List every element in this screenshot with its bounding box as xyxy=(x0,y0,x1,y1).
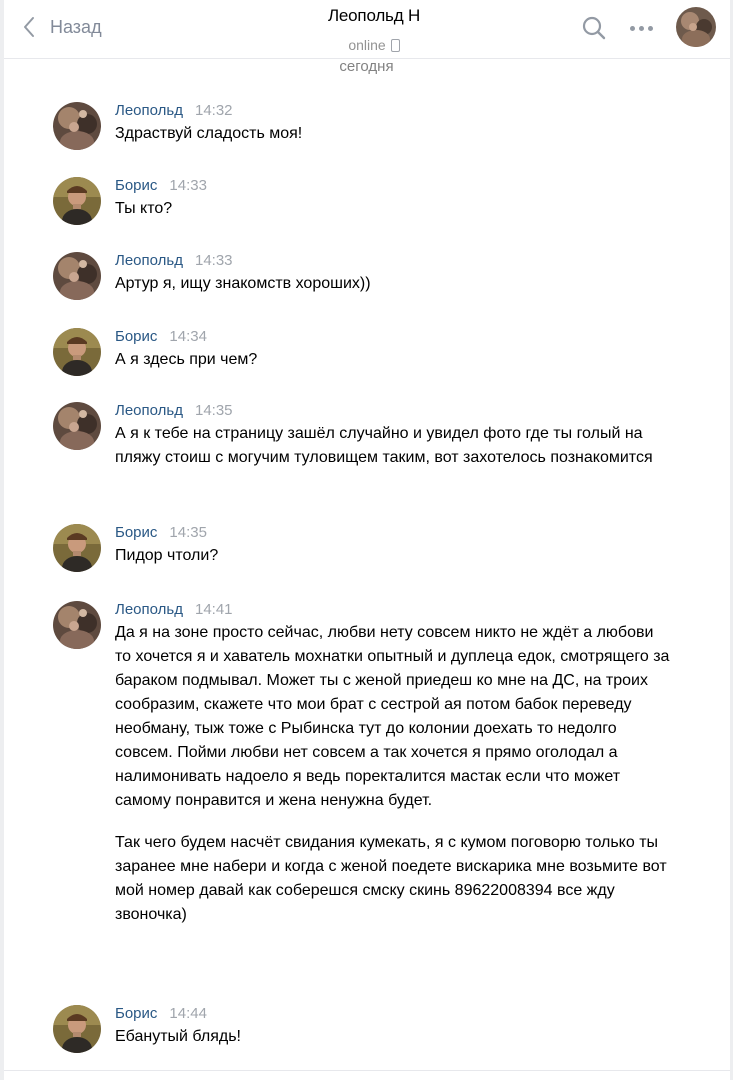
message-time[interactable]: 14:34 xyxy=(169,328,207,346)
message-meta: Леопольд 14:32 xyxy=(115,102,672,120)
back-label: Назад xyxy=(50,16,102,37)
message-author[interactable]: Леопольд xyxy=(115,102,183,120)
back-button[interactable]: Назад xyxy=(22,12,102,42)
chat-title-block[interactable]: Леопольд Н online xyxy=(254,6,494,53)
message-paragraph: Ебанутый блядь! xyxy=(115,1028,241,1045)
message-meta: Леопольд 14:41 xyxy=(115,601,672,619)
message-meta: Леопольд 14:33 xyxy=(115,252,672,270)
message-text: Ебанутый блядь! xyxy=(115,1025,672,1049)
message-time[interactable]: 14:35 xyxy=(169,524,207,542)
message-text: А я к тебе на страницу зашёл случайно и … xyxy=(115,422,672,470)
message-text: Ты кто? xyxy=(115,197,672,221)
more-options-button[interactable] xyxy=(625,14,657,42)
message-paragraph: Пидор чтоли? xyxy=(115,547,219,564)
search-icon[interactable] xyxy=(580,14,608,42)
sender-avatar[interactable] xyxy=(53,601,101,649)
message-body: Леопольд 14:32 Здраствуй сладость моя! xyxy=(115,102,672,146)
message-meta: Борис 14:33 xyxy=(115,177,672,195)
status-text: online xyxy=(348,37,386,53)
message-body: Борис 14:44 Ебанутый блядь! xyxy=(115,1005,672,1049)
message-paragraph: Да я на зоне просто сейчас, любви нету с… xyxy=(115,624,670,809)
sender-avatar[interactable] xyxy=(53,177,101,225)
chat-title[interactable]: Леопольд Н xyxy=(328,6,420,26)
sender-avatar[interactable] xyxy=(53,1005,101,1053)
message-time[interactable]: 14:44 xyxy=(169,1005,207,1023)
message-time[interactable]: 14:32 xyxy=(195,102,233,120)
message-author[interactable]: Леопольд xyxy=(115,601,183,619)
message-author[interactable]: Борис xyxy=(115,177,157,195)
sender-avatar[interactable] xyxy=(53,402,101,450)
message-meta: Борис 14:34 xyxy=(115,328,672,346)
message-author[interactable]: Борис xyxy=(115,524,157,542)
chat-header: Назад Леопольд Н online xyxy=(4,0,730,59)
message-time[interactable]: 14:33 xyxy=(195,252,233,270)
composer-divider xyxy=(4,1070,730,1071)
sender-avatar[interactable] xyxy=(53,102,101,150)
message-body: Леопольд 14:41 Да я на зоне просто сейчас,… xyxy=(115,601,672,927)
message-time[interactable]: 14:41 xyxy=(195,601,233,619)
message-body: Леопольд 14:33 Артур я, ищу знакомств хоро… xyxy=(115,252,672,296)
message-author[interactable]: Леопольд xyxy=(115,252,183,270)
more-dot-icon xyxy=(629,25,635,31)
message-text: Артур я, ищу знакомств хороших)) xyxy=(115,272,672,296)
message-meta: Борис 14:44 xyxy=(115,1005,672,1023)
message-body: Борис 14:35 Пидор чтоли? xyxy=(115,524,672,568)
day-separator: сегодня xyxy=(339,58,394,75)
chevron-left-icon xyxy=(24,17,34,37)
message-paragraph: Артур я, ищу знакомств хороших)) xyxy=(115,275,371,292)
message-author[interactable]: Леопольд xyxy=(115,402,183,420)
message-time[interactable]: 14:33 xyxy=(169,177,207,195)
message-paragraph: Ты кто? xyxy=(115,200,173,217)
message-author[interactable]: Борис xyxy=(115,1005,157,1023)
more-dot-icon xyxy=(647,25,653,31)
message-meta: Борис 14:35 xyxy=(115,524,672,542)
message-body: Борис 14:34 А я здесь при чем? xyxy=(115,328,672,372)
sender-avatar[interactable] xyxy=(53,328,101,376)
message-author[interactable]: Борис xyxy=(115,328,157,346)
message-paragraph: Так чего будем насчёт свидания кумекать,… xyxy=(115,834,667,923)
sender-avatar[interactable] xyxy=(53,524,101,572)
more-dot-icon xyxy=(638,25,644,31)
message-text: Здраствуй сладость моя! xyxy=(115,122,672,146)
message-paragraph: Здраствуй сладость моя! xyxy=(115,125,303,142)
message-text: Да я на зоне просто сейчас, любви нету с… xyxy=(115,621,672,927)
mobile-icon xyxy=(390,38,400,52)
message-body: Леопольд 14:35 А я к тебе на страницу зашё… xyxy=(115,402,672,470)
header-avatar[interactable] xyxy=(676,7,716,47)
message-paragraph: А я здесь при чем? xyxy=(115,351,258,368)
message-paragraph: А я к тебе на страницу зашёл случайно и … xyxy=(115,425,653,466)
message-body: Борис 14:33 Ты кто? xyxy=(115,177,672,221)
message-meta: Леопольд 14:35 xyxy=(115,402,672,420)
message-text: А я здесь при чем? xyxy=(115,348,672,372)
message-time[interactable]: 14:35 xyxy=(195,402,233,420)
sender-avatar[interactable] xyxy=(53,252,101,300)
message-text: Пидор чтоли? xyxy=(115,544,672,568)
online-status: online xyxy=(254,37,494,53)
left-frame-border xyxy=(0,0,4,1080)
